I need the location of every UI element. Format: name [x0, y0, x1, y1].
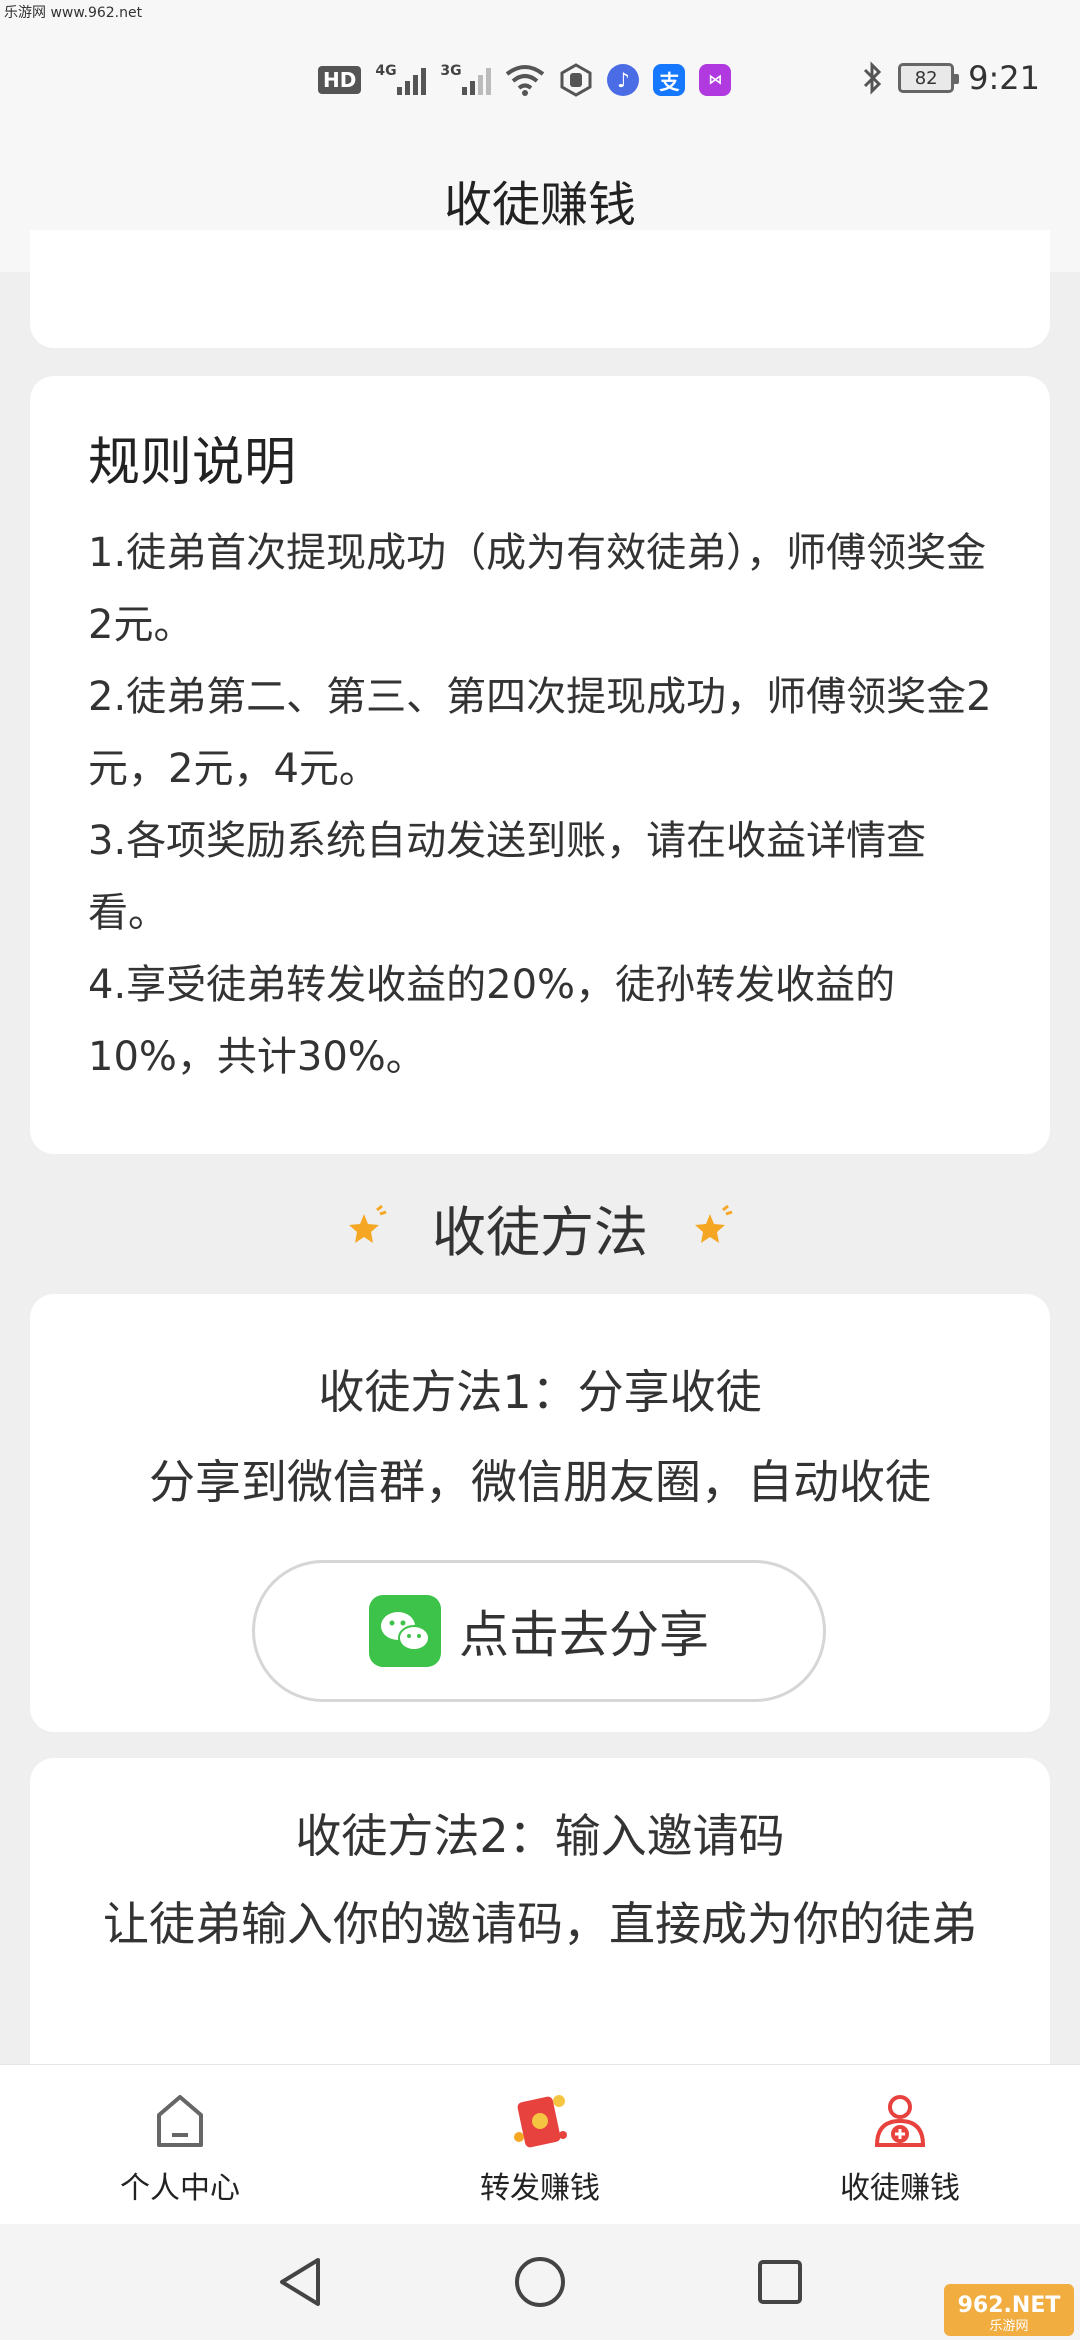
tab-label-personal-center: 个人中心	[120, 2171, 240, 2206]
tab-recruit-earn[interactable]: 收徒赚钱	[720, 2065, 1080, 2224]
tab-label-recruit-earn: 收徒赚钱	[840, 2171, 960, 2206]
app-screen: HD 4G 3G ♪ 支 ⋈ 82 9:21 乐游网 www.962.net 收…	[0, 0, 1080, 2340]
hd-icon: HD	[318, 66, 362, 94]
svg-text:962.NET: 962.NET	[958, 2293, 1061, 2318]
clock: 9:21	[968, 59, 1040, 97]
red-envelope-icon	[505, 2085, 575, 2155]
signal-3g-label: 3G	[440, 63, 462, 79]
back-icon[interactable]	[270, 2252, 330, 2312]
method1-desc: 分享到微信群，微信朋友圈，自动收徒	[149, 1455, 931, 1509]
bluetooth-icon	[862, 61, 884, 95]
home-icon	[145, 2085, 215, 2155]
watermark-text: 乐游网 www.962.net	[4, 5, 143, 21]
tab-label-forward-earn: 转发赚钱	[480, 2171, 600, 2206]
hexagon-app-icon	[559, 63, 593, 97]
star-icon	[690, 1204, 736, 1250]
rule-item-4: 4.享受徒弟转发收益的20%，徒孙转发收益的10%，共计30%。	[88, 962, 896, 1080]
status-icons: HD 4G 3G ♪ 支 ⋈	[318, 58, 732, 102]
gylm-app-icon: ⋈	[699, 64, 732, 96]
tab-forward-earn[interactable]: 转发赚钱	[360, 2065, 720, 2224]
methods-heading: 收徒方法	[0, 1182, 1080, 1272]
share-button-label: 点击去分享	[459, 1606, 709, 1664]
star-icon	[344, 1204, 390, 1250]
method2-card: 收徒方法2：输入邀请码 让徒弟输入你的邀请码，直接成为你的徒弟	[30, 1758, 1050, 2098]
bottom-tab-bar: 个人中心 转发赚钱 收徒赚钱	[0, 2064, 1080, 2224]
method2-desc: 让徒弟输入你的邀请码，直接成为你的徒弟	[103, 1897, 977, 1951]
home-circle-icon[interactable]	[510, 2252, 570, 2312]
signal-4g-label: 4G	[375, 63, 397, 79]
method1-card: 收徒方法1：分享收徒 分享到微信群，微信朋友圈，自动收徒 点击去分享	[30, 1294, 1050, 1732]
corner-logo-962: 962.NET 乐游网	[944, 2284, 1074, 2336]
methods-heading-text: 收徒方法	[432, 1200, 648, 1264]
rule-item-3: 3.各项奖励系统自动发送到账，请在收益详情查看。	[88, 818, 927, 936]
share-button[interactable]: 点击去分享	[252, 1560, 826, 1702]
svg-text:乐游网: 乐游网	[989, 2319, 1028, 2334]
alipay-icon: 支	[653, 64, 686, 96]
status-bar: HD 4G 3G ♪ 支 ⋈ 82 9:21	[0, 0, 1080, 150]
wifi-icon	[505, 64, 545, 96]
rule-item-2: 2.徒弟第二、第三、第四次提现成功，师傅领奖金2元，2元，4元。	[88, 674, 992, 792]
method1-title: 收徒方法1：分享收徒	[318, 1365, 762, 1419]
signal-4g-icon: 4G	[375, 63, 427, 95]
rules-title: 规则说明	[88, 433, 297, 493]
recents-square-icon[interactable]	[750, 2252, 810, 2312]
status-right: 82 9:21	[862, 56, 1040, 100]
top-card-partial	[30, 230, 1050, 348]
rules-card: 规则说明 1.徒弟首次提现成功（成为有效徒弟），师傅领奖金2元。 2.徒弟第二、…	[30, 376, 1050, 1154]
system-nav-bar	[0, 2224, 1080, 2340]
tab-personal-center[interactable]: 个人中心	[0, 2065, 360, 2224]
user-add-icon	[865, 2085, 935, 2155]
signal-3g-icon: 3G	[440, 63, 492, 95]
wechat-icon	[369, 1595, 441, 1667]
method2-title: 收徒方法2：输入邀请码	[295, 1809, 785, 1863]
rule-item-1: 1.徒弟首次提现成功（成为有效徒弟），师傅领奖金2元。	[88, 530, 987, 648]
battery-icon: 82	[898, 63, 960, 93]
music-app-icon: ♪	[607, 64, 640, 96]
